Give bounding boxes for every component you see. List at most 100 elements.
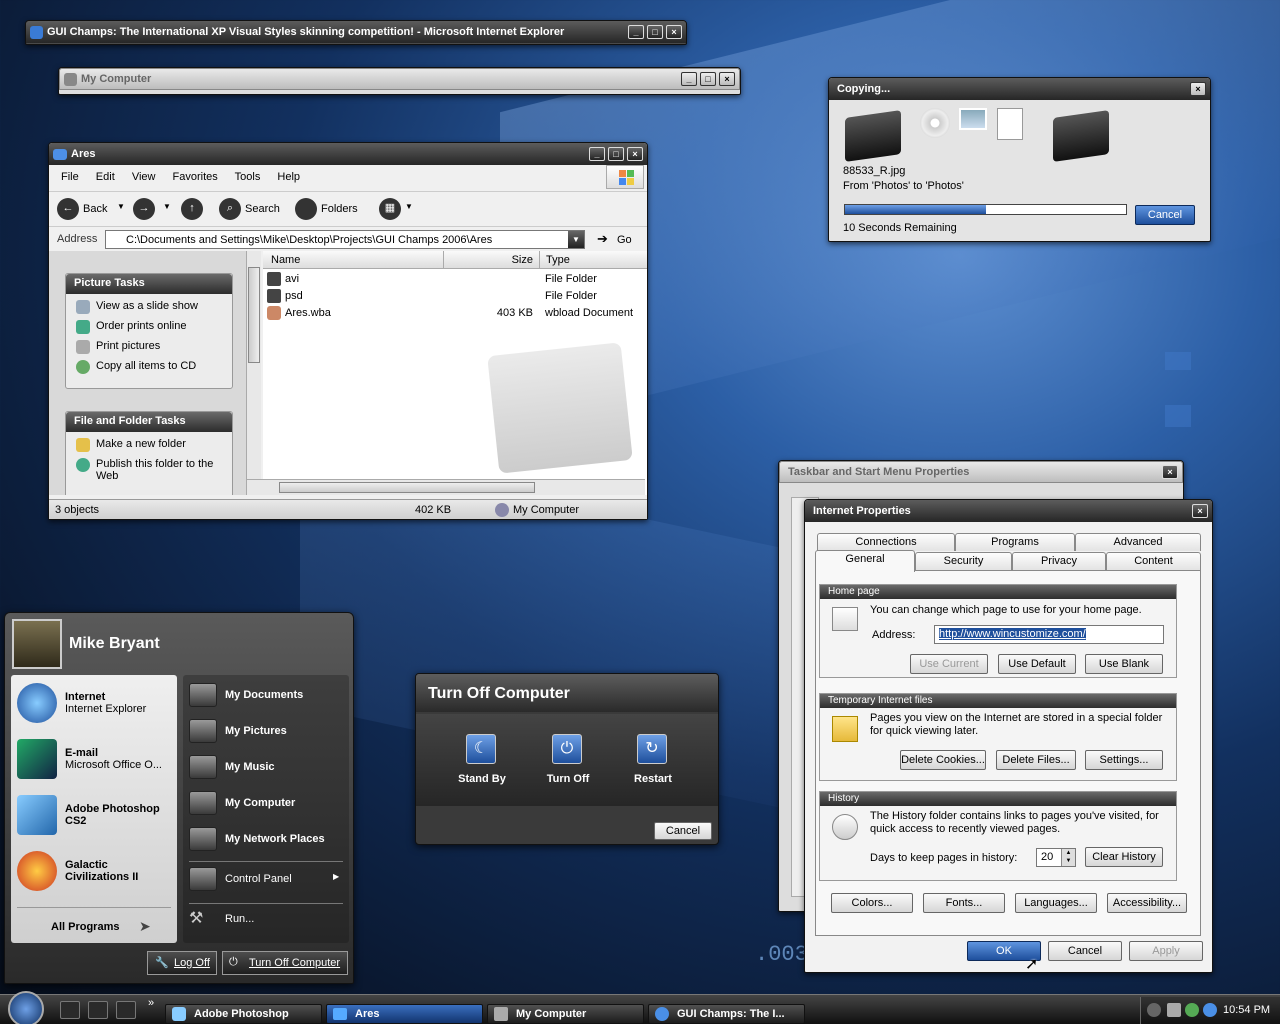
arrow-right-icon[interactable]: ➤: [139, 918, 151, 935]
volume-icon[interactable]: [1167, 1003, 1181, 1017]
restart-button[interactable]: Restart: [626, 773, 680, 785]
table-row[interactable]: avi File Folder: [263, 271, 647, 288]
minimize-button[interactable]: _: [589, 147, 605, 161]
table-row[interactable]: Ares.wba 403 KB wbload Document: [263, 305, 647, 322]
delete-files-button[interactable]: Delete Files...: [996, 750, 1076, 770]
menu-file[interactable]: File: [61, 171, 79, 183]
chevron-down-icon[interactable]: ▼: [405, 202, 413, 211]
chevron-down-icon[interactable]: ▼: [117, 202, 125, 211]
my-network-places[interactable]: My Network Places: [189, 821, 325, 857]
table-row[interactable]: psd File Folder: [263, 288, 647, 305]
home-address-input[interactable]: http://www.wincustomize.com/: [934, 625, 1164, 644]
column-size[interactable]: Size: [443, 251, 539, 269]
go-button[interactable]: Go: [617, 234, 632, 246]
task-order-prints[interactable]: Order prints online: [66, 317, 232, 337]
views-icon[interactable]: ▦: [379, 198, 401, 220]
turn-off-button[interactable]: Turn Off: [540, 773, 596, 785]
my-computer[interactable]: My Computer: [189, 785, 295, 821]
minimize-button[interactable]: _: [628, 25, 644, 39]
task-publish[interactable]: Publish this folder to the Web: [66, 455, 232, 485]
my-pictures[interactable]: My Pictures: [189, 713, 287, 749]
tab-programs[interactable]: Programs: [955, 533, 1075, 551]
tab-content[interactable]: Content: [1106, 552, 1201, 570]
taskbar-item-photoshop[interactable]: Adobe Photoshop: [165, 1004, 322, 1024]
mycomputer-window[interactable]: My Computer _ □ ×: [58, 67, 741, 95]
tab-security[interactable]: Security: [915, 552, 1012, 570]
folders-button[interactable]: Folders: [321, 203, 358, 215]
fonts-button[interactable]: Fonts...: [923, 893, 1005, 913]
tab-privacy[interactable]: Privacy: [1012, 552, 1106, 570]
go-arrow-icon[interactable]: ➔: [597, 231, 608, 247]
tab-general[interactable]: General: [815, 550, 915, 572]
my-documents[interactable]: My Documents: [189, 677, 303, 713]
chevron-right-icon[interactable]: ▶: [333, 872, 339, 881]
use-default-button[interactable]: Use Default: [998, 654, 1076, 674]
cancel-button[interactable]: Cancel: [654, 822, 712, 840]
taskbar-item-my-computer[interactable]: My Computer: [487, 1004, 644, 1024]
column-type[interactable]: Type: [539, 251, 647, 269]
close-button[interactable]: ×: [1190, 82, 1206, 96]
cancel-button[interactable]: Cancel: [1048, 941, 1122, 961]
chevron-down-icon[interactable]: ▼: [163, 202, 171, 211]
menu-tools[interactable]: Tools: [235, 171, 261, 183]
maximize-button[interactable]: □: [608, 147, 624, 161]
menu-view[interactable]: View: [132, 171, 156, 183]
close-button[interactable]: ×: [666, 25, 682, 39]
quick-launch-desktop-icon[interactable]: [116, 1001, 136, 1019]
avatar[interactable]: [12, 619, 62, 669]
pinned-internet[interactable]: Internet Internet Explorer: [17, 683, 146, 723]
use-current-button[interactable]: Use Current: [910, 654, 988, 674]
my-music[interactable]: My Music: [189, 749, 275, 785]
days-stepper[interactable]: 20 ▲ ▼: [1036, 848, 1076, 867]
all-programs-button[interactable]: All Programs: [51, 921, 119, 933]
apply-button[interactable]: Apply: [1129, 941, 1203, 961]
accessibility-button[interactable]: Accessibility...: [1107, 893, 1187, 913]
task-new-folder[interactable]: Make a new folder: [66, 432, 232, 455]
task-print[interactable]: Print pictures: [66, 337, 232, 357]
search-button[interactable]: Search: [245, 203, 280, 215]
task-slideshow[interactable]: View as a slide show: [66, 294, 232, 317]
close-button[interactable]: ×: [1162, 465, 1178, 479]
colors-button[interactable]: Colors...: [831, 893, 913, 913]
spinner-arrows-icon[interactable]: ▲ ▼: [1061, 849, 1075, 866]
maximize-button[interactable]: □: [647, 25, 663, 39]
clear-history-button[interactable]: Clear History: [1085, 847, 1163, 867]
address-input[interactable]: C:\Documents and Settings\Mike\Desktop\P…: [105, 230, 585, 249]
clock[interactable]: 10:54 PM: [1223, 1004, 1270, 1016]
chevron-right-icon[interactable]: »: [148, 997, 154, 1009]
folders-icon[interactable]: [295, 198, 317, 220]
back-button[interactable]: Back: [83, 203, 107, 215]
quick-launch-mail-icon[interactable]: [88, 1001, 108, 1019]
menu-edit[interactable]: Edit: [96, 171, 115, 183]
taskbar-item-ie[interactable]: GUI Champs: The I...: [648, 1004, 805, 1024]
search-icon[interactable]: ⌕: [219, 198, 241, 220]
scrollbar-thumb[interactable]: [248, 267, 260, 363]
delete-cookies-button[interactable]: Delete Cookies...: [900, 750, 986, 770]
restart-icon[interactable]: ↻: [637, 734, 667, 764]
back-arrow-icon[interactable]: ←: [57, 198, 79, 220]
close-button[interactable]: ×: [627, 147, 643, 161]
menu-favorites[interactable]: Favorites: [173, 171, 218, 183]
stand-by-icon[interactable]: ☾: [466, 734, 496, 764]
copying-dialog[interactable]: Copying... × 88533_R.jpg From 'Photos' t…: [828, 77, 1211, 242]
pinned-galciv[interactable]: Galactic Civilizations II: [17, 851, 165, 891]
maximize-button[interactable]: □: [700, 72, 716, 86]
horizontal-scrollbar[interactable]: [247, 479, 645, 495]
control-panel[interactable]: Control Panel: [189, 861, 292, 897]
messenger-icon[interactable]: [1185, 1003, 1199, 1017]
settings-button[interactable]: Settings...: [1085, 750, 1163, 770]
power-icon[interactable]: ⏻: [552, 734, 582, 764]
languages-button[interactable]: Languages...: [1015, 893, 1097, 913]
tab-advanced[interactable]: Advanced: [1075, 533, 1201, 551]
stand-by-button[interactable]: Stand By: [456, 773, 508, 785]
taskbar-item-ares[interactable]: Ares: [326, 1004, 483, 1024]
quick-launch-ie-icon[interactable]: [60, 1001, 80, 1019]
scrollbar-thumb[interactable]: [279, 482, 535, 493]
cancel-button[interactable]: Cancel: [1135, 205, 1195, 225]
run[interactable]: ⚒ Run...: [189, 901, 254, 937]
internet-properties-dialog[interactable]: Internet Properties × Connections Progra…: [804, 499, 1213, 973]
chevron-down-icon[interactable]: ▼: [568, 231, 584, 248]
turn-off-computer-button[interactable]: Turn Off Computer: [222, 951, 348, 975]
task-copy-cd[interactable]: Copy all items to CD: [66, 357, 232, 377]
close-button[interactable]: ×: [1192, 504, 1208, 518]
